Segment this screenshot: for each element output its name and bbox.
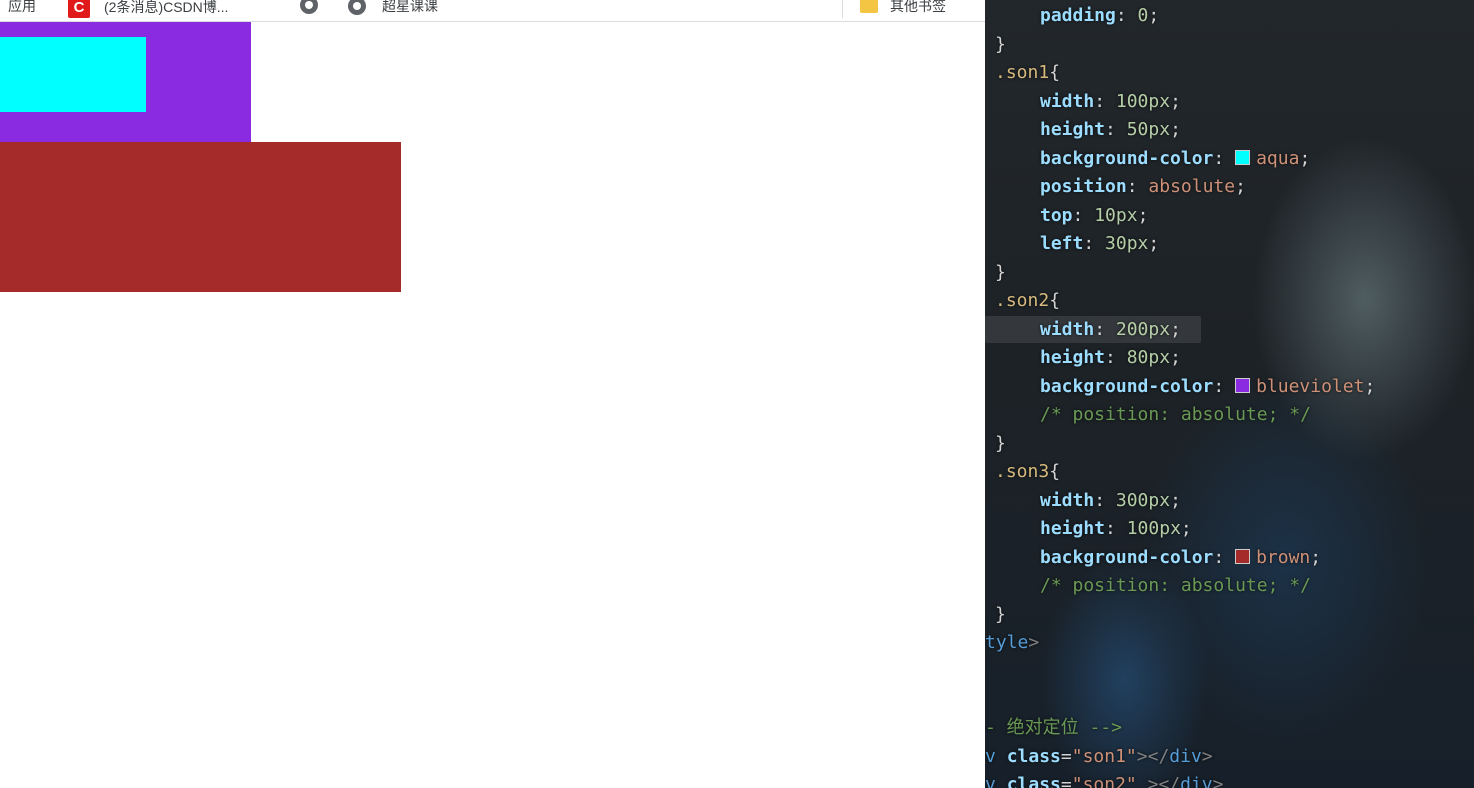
bookmark-csdn[interactable]: C (2条消息)CSDN博... (68, 0, 228, 18)
bookmark-globe-1[interactable] (300, 0, 318, 14)
color-swatch-icon[interactable] (1235, 378, 1251, 393)
bookmarks-divider (842, 0, 843, 18)
code-editor[interactable]: padding: 0; } .son1{ width: 100px; heigh… (985, 0, 1474, 788)
bookmark-apps-label: 应用 (8, 0, 36, 14)
code-line: height: 80px; (1040, 347, 1181, 368)
code-line: left: 30px; (1040, 233, 1160, 254)
code-line: v class="son2" ></div> (985, 774, 1224, 788)
bookmark-other-label: 其他书签 (890, 0, 946, 14)
code-line: } (995, 433, 1006, 454)
code-line: background-color: aqua; (1040, 148, 1311, 169)
bookmark-chaoxing[interactable]: 超星课课 (348, 0, 438, 16)
code-line: height: 50px; (1040, 119, 1181, 140)
bookmark-apps[interactable]: 应用 (8, 0, 36, 16)
code-line: - 绝对定位 --> (985, 717, 1123, 738)
code-line: width: 300px; (1040, 490, 1181, 511)
code-line: padding: 0; (1040, 5, 1160, 26)
code-line: width: 200px; (1040, 319, 1181, 340)
folder-icon (860, 0, 878, 13)
code-line: v class="son1"></div> (985, 746, 1213, 767)
code-line: .son3{ (995, 461, 1061, 482)
browser-viewport: 应用 C (2条消息)CSDN博... 超星课课 其他书签 (0, 0, 985, 788)
code-line: width: 100px; (1040, 91, 1181, 112)
box-son3 (0, 142, 401, 292)
code-line: .son2{ (995, 290, 1061, 311)
code-line: } (995, 262, 1006, 283)
bookmark-csdn-label: (2条消息)CSDN博... (104, 0, 229, 15)
code-line: position: absolute; (1040, 176, 1246, 197)
bookmark-chaoxing-label: 超星课课 (382, 0, 438, 14)
code-line: /* position: absolute; */ (1040, 404, 1311, 425)
code-line: } (995, 604, 1006, 625)
code-line: background-color: blueviolet; (1040, 376, 1376, 397)
color-swatch-icon[interactable] (1235, 150, 1251, 165)
code-line: } (995, 34, 1006, 55)
code-line: top: 10px; (1040, 205, 1149, 226)
csdn-logo-icon: C (68, 0, 90, 18)
globe-icon (348, 0, 366, 15)
color-swatch-icon[interactable] (1235, 549, 1251, 564)
code-line: .son1{ (995, 62, 1061, 83)
code-line: tyle> (985, 632, 1040, 653)
globe-icon (300, 0, 318, 14)
bookmark-other[interactable]: 其他书签 (860, 0, 946, 16)
box-son1 (0, 37, 146, 112)
code-line: /* position: absolute; */ (1040, 575, 1311, 596)
bookmarks-bar: 应用 C (2条消息)CSDN博... 超星课课 其他书签 (0, 0, 985, 22)
code-line: background-color: brown; (1040, 547, 1322, 568)
code-line: height: 100px; (1040, 518, 1192, 539)
